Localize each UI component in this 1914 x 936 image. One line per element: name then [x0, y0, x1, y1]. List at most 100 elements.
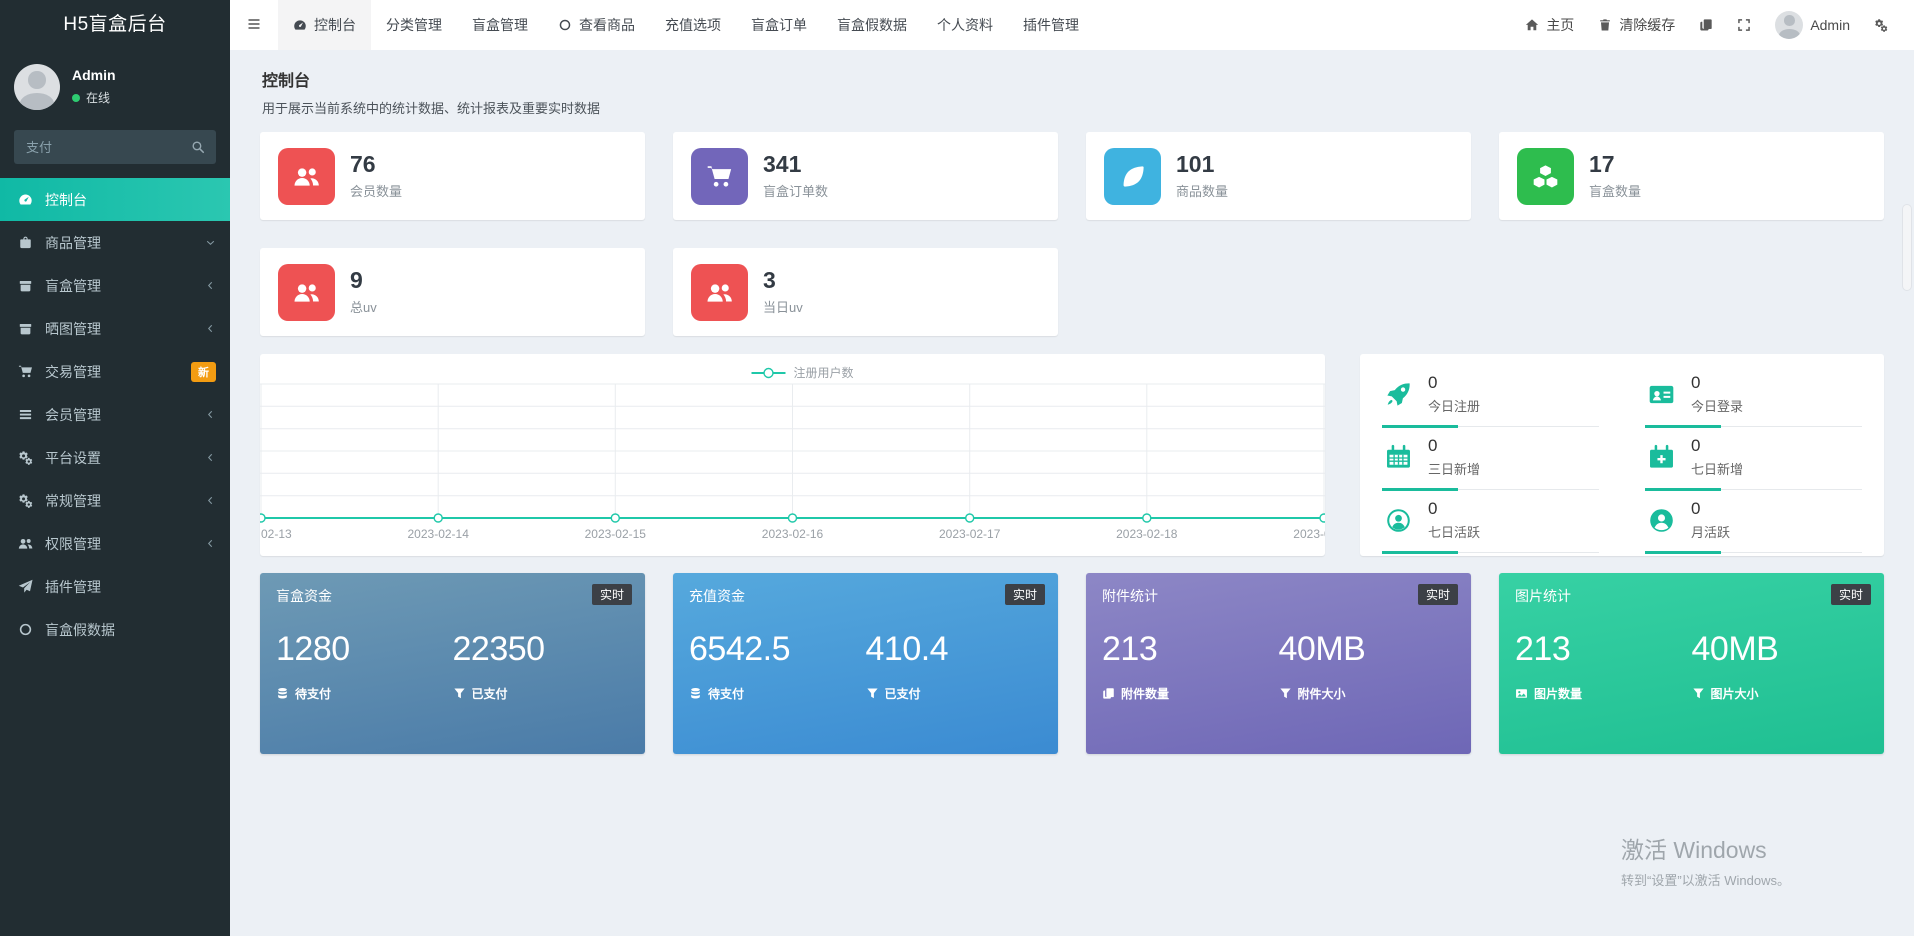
sidebar-item-fake-data[interactable]: 盲盒假数据 [0, 608, 230, 651]
quick-stat-value: 0 [1691, 436, 1701, 455]
sidebar-item-photos[interactable]: 晒图管理 [0, 307, 230, 350]
idcard-icon [1645, 381, 1677, 408]
copy-docs-button[interactable] [1687, 0, 1725, 50]
info-card-left-value: 213 [1102, 630, 1158, 668]
nav-tab-plugins[interactable]: 插件管理 [1008, 0, 1094, 50]
search-input[interactable] [14, 130, 180, 164]
chevron-down-icon [205, 237, 216, 248]
stat-card-盲盒订单数: 341 盲盒订单数 [673, 132, 1058, 220]
watermark-line2: 转到“设置”以激活 Windows。 [1620, 873, 1790, 888]
settings-button[interactable] [1862, 0, 1900, 50]
app-title: H5盲盒后台 [63, 14, 167, 35]
chart-row: 02-13 2023-02-14 2023-02-15 2023-02-16 2023-… [260, 354, 1884, 556]
stat-label: 盲盒数量 [1589, 183, 1642, 199]
sidebar-item-dashboard[interactable]: 控制台 [0, 178, 230, 221]
chevron-left-icon [205, 323, 216, 334]
sidebar-item-members[interactable]: 会员管理 [0, 393, 230, 436]
nav-tab-fake-data[interactable]: 盲盒假数据 [822, 0, 922, 50]
stat-value: 76 [350, 151, 376, 178]
nav-tab-label: 盲盒假数据 [837, 17, 907, 33]
files-icon [1102, 687, 1115, 700]
info-card-left-label: 图片数量 [1534, 687, 1583, 701]
nav-tab-label: 充值选项 [665, 17, 721, 33]
cogs-icon [16, 493, 35, 508]
info-card-right-value: 40MB [1278, 630, 1366, 668]
home-label: 主页 [1546, 17, 1575, 33]
sidebar: H5盲盒后台 Admin 在线 控制台 商品管理 盲盒管理 晒图管理 [0, 0, 230, 936]
sidebar-menu: 控制台 商品管理 盲盒管理 晒图管理 交易管理 新 会员管理 平台设置 常规管理… [0, 178, 230, 651]
nav-tab-blindbox[interactable]: 盲盒管理 [457, 0, 543, 50]
quick-stat-today-register: 0 今日注册 [1382, 364, 1599, 428]
sidebar-item-goods[interactable]: 商品管理 [0, 221, 230, 264]
quick-stat-value: 0 [1428, 499, 1438, 518]
sidebar-item-label: 控制台 [45, 191, 87, 208]
user-circle-icon [1645, 507, 1677, 534]
clear-cache-button[interactable]: 清除缓存 [1586, 0, 1687, 50]
leaf-icon [1104, 147, 1161, 205]
gauge-icon [293, 18, 307, 32]
sidebar-item-label: 平台设置 [45, 449, 101, 466]
quick-stat-value: 0 [1428, 373, 1438, 392]
cogs-icon [16, 450, 35, 465]
nav-tab-view-goods[interactable]: 查看商品 [543, 0, 650, 50]
quick-stat-today-login: 0 今日登录 [1645, 364, 1862, 428]
sidebar-item-platform-settings[interactable]: 平台设置 [0, 436, 230, 479]
home-icon [1525, 18, 1539, 32]
quick-stats-card: 0 今日注册 0 今日登录 0 三日新增 0 七日新增 0 七日活跃 0 月活跃 [1360, 354, 1884, 556]
nav-tab-label: 盲盒订单 [751, 17, 807, 33]
info-card-title: 图片统计 [1515, 588, 1571, 604]
info-cards-row: 盲盒资金 实时 1280 待支付 22350 已支付 充值资金 实时 6542.… [260, 573, 1884, 754]
users-icon [278, 147, 335, 205]
nav-tab-recharge[interactable]: 充值选项 [650, 0, 736, 50]
nav-tab-dashboard[interactable]: 控制台 [278, 0, 371, 50]
quick-stat-value: 0 [1691, 499, 1701, 518]
chevron-left-icon [205, 538, 216, 549]
search-button[interactable] [180, 130, 216, 164]
user-status-label: 在线 [86, 91, 111, 105]
chevron-left-icon [205, 280, 216, 291]
nav-tab-label: 分类管理 [386, 17, 442, 33]
sidebar-item-blindbox[interactable]: 盲盒管理 [0, 264, 230, 307]
home-link[interactable]: 主页 [1513, 0, 1586, 50]
avatar [1775, 11, 1804, 39]
circle-icon [558, 18, 572, 32]
sidebar-toggle-button[interactable] [230, 0, 278, 50]
page-title: 控制台 [262, 73, 311, 90]
info-card-left-value: 6542.5 [689, 630, 790, 668]
quick-stat-seven-day-new: 0 七日新增 [1645, 427, 1862, 491]
realtime-badge: 实时 [1830, 584, 1871, 605]
navbar-username: Admin [1810, 17, 1850, 33]
chevron-left-icon [205, 452, 216, 463]
giftbox-icon [16, 321, 35, 336]
info-card-left-label: 待支付 [295, 687, 332, 701]
sidebar-item-label: 会员管理 [45, 406, 101, 423]
sidebar-item-trade[interactable]: 交易管理 新 [0, 350, 230, 393]
filter-icon [453, 687, 466, 700]
nav-tab-label: 插件管理 [1023, 17, 1079, 33]
svg-text:2023-02-16: 2023-02-16 [762, 527, 824, 541]
stat-label: 总uv [350, 299, 377, 315]
stat-cards-grid: 76 会员数量 341 盲盒订单数 101 商品数量 17 盲盒数量 9 总uv… [260, 132, 1884, 336]
new-badge: 新 [191, 361, 216, 382]
scrollbar-thumb[interactable] [1903, 205, 1911, 290]
nav-tab-profile[interactable]: 个人资料 [922, 0, 1008, 50]
info-card-left-value: 213 [1515, 630, 1571, 668]
sidebar-item-permissions[interactable]: 权限管理 [0, 522, 230, 565]
info-card-title: 充值资金 [689, 588, 745, 604]
sidebar-item-general[interactable]: 常规管理 [0, 479, 230, 522]
users-icon [278, 263, 335, 321]
stat-label: 会员数量 [350, 183, 403, 199]
quick-stat-label: 月活跃 [1691, 525, 1731, 540]
files-icon [1699, 18, 1713, 32]
nav-tab-orders[interactable]: 盲盒订单 [736, 0, 822, 50]
info-card-left-value: 1280 [276, 630, 350, 668]
nav-tab-category[interactable]: 分类管理 [371, 0, 457, 50]
filter-icon [866, 687, 879, 700]
sidebar-item-plugins[interactable]: 插件管理 [0, 565, 230, 608]
online-dot-icon [72, 93, 80, 102]
svg-text:02-13: 02-13 [261, 527, 292, 541]
fullscreen-button[interactable] [1725, 0, 1763, 50]
user-menu[interactable]: Admin [1763, 0, 1862, 50]
info-card-right-value: 410.4 [865, 630, 949, 668]
info-card-title: 附件统计 [1102, 588, 1158, 604]
